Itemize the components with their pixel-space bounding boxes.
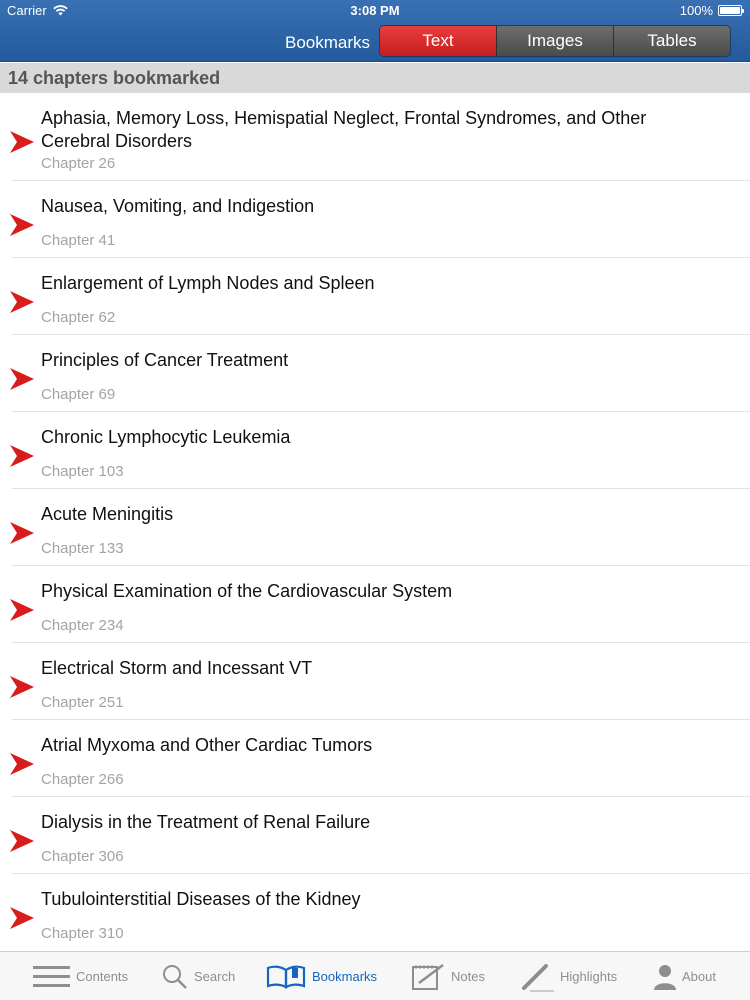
tab-notes-label: Notes: [451, 969, 485, 984]
tab-about[interactable]: About: [654, 952, 716, 1000]
bookmark-arrow-icon: [10, 907, 34, 929]
bookmark-chapter: Chapter 26: [41, 155, 116, 172]
bookmark-chapter: Chapter 62: [41, 309, 116, 326]
bookmark-chapter: Chapter 133: [41, 540, 124, 557]
tab-search-label: Search: [194, 969, 236, 984]
bookmark-arrow-icon: [10, 131, 34, 153]
bookmark-row[interactable]: Nausea, Vomiting, and Indigestion Chapte…: [10, 181, 750, 258]
bookmark-row[interactable]: Principles of Cancer Treatment Chapter 6…: [10, 335, 750, 412]
bookmark-row[interactable]: Tubulointerstitial Diseases of the Kidne…: [10, 874, 750, 950]
battery-icon: [718, 5, 744, 16]
bookmark-arrow-icon: [10, 522, 34, 544]
bookmark-arrow-icon: [10, 368, 34, 390]
tab-highlights-label: Highlights: [560, 969, 618, 984]
bookmark-row[interactable]: Physical Examination of the Cardiovascul…: [10, 566, 750, 643]
bookmark-title: Tubulointerstitial Diseases of the Kidne…: [41, 889, 361, 909]
bookmark-title: Aphasia, Memory Loss, Hemispatial Neglec…: [41, 108, 647, 151]
bookmark-row[interactable]: Dialysis in the Treatment of Renal Failu…: [10, 797, 750, 874]
bookmark-arrow-icon: [10, 830, 34, 852]
bookmark-title: Electrical Storm and Incessant VT: [41, 658, 313, 678]
search-icon: [163, 964, 187, 989]
tab-bookmarks-label: Bookmarks: [312, 969, 378, 984]
bookmark-row[interactable]: Enlargement of Lymph Nodes and Spleen Ch…: [10, 258, 750, 335]
bookmark-arrow-icon: [10, 445, 34, 467]
bookmark-chapter: Chapter 310: [41, 925, 124, 942]
person-icon: [654, 964, 676, 990]
bookmark-title: Chronic Lymphocytic Leukemia: [41, 427, 291, 447]
bookmark-chapter: Chapter 69: [41, 386, 116, 403]
bottom-tab-bar: Contents Search Bookmarks Notes Highligh…: [0, 951, 750, 1000]
tab-contents[interactable]: Contents: [33, 952, 128, 1000]
bookmark-chapter: Chapter 306: [41, 848, 124, 865]
bookmark-count-header: 14 chapters bookmarked: [0, 63, 750, 93]
bookmark-row[interactable]: Acute Meningitis Chapter 133: [10, 489, 750, 566]
bookmark-title: Acute Meningitis: [41, 504, 174, 524]
bookmark-arrow-icon: [10, 291, 34, 313]
bookmark-title: Enlargement of Lymph Nodes and Spleen: [41, 273, 375, 293]
status-bar: Carrier 3:08 PM 100%: [0, 0, 750, 20]
bookmark-title: Principles of Cancer Treatment: [41, 350, 289, 370]
bookmark-title: Physical Examination of the Cardiovascul…: [41, 581, 453, 601]
bookmark-title: Nausea, Vomiting, and Indigestion: [41, 196, 315, 216]
clock: 3:08 PM: [350, 3, 400, 18]
open-book-icon: [266, 965, 306, 989]
list-icon: [33, 965, 70, 987]
navigation-header: Carrier 3:08 PM 100% Bookmarks Text Imag…: [0, 0, 750, 62]
bookmark-chapter: Chapter 103: [41, 463, 124, 480]
page-title: Bookmarks: [285, 33, 371, 52]
tab-bookmarks[interactable]: Bookmarks: [266, 952, 377, 1000]
battery-percent: 100%: [679, 3, 713, 18]
segment-tables[interactable]: Tables: [613, 26, 730, 56]
highlighter-icon: [522, 963, 554, 992]
segment-images[interactable]: Images: [496, 26, 613, 56]
tab-about-label: About: [682, 969, 716, 984]
bookmark-title: Atrial Myxoma and Other Cardiac Tumors: [41, 735, 373, 755]
bookmark-arrow-icon: [10, 676, 34, 698]
bookmark-arrow-icon: [10, 214, 34, 236]
notepad-icon: [412, 963, 444, 990]
bookmark-row[interactable]: Chronic Lymphocytic Leukemia Chapter 103: [10, 412, 750, 489]
bookmark-chapter: Chapter 251: [41, 694, 124, 711]
tab-highlights[interactable]: Highlights: [520, 952, 617, 1000]
battery-indicator: 100%: [679, 3, 744, 18]
bookmark-arrow-icon: [10, 753, 34, 775]
segment-text[interactable]: Text: [380, 26, 496, 56]
content-type-segmented-control: Text Images Tables: [379, 25, 731, 57]
bookmark-chapter: Chapter 266: [41, 771, 124, 788]
bookmark-title: Dialysis in the Treatment of Renal Failu…: [41, 812, 371, 832]
bookmark-row[interactable]: Electrical Storm and Incessant VT Chapte…: [10, 643, 750, 720]
tab-contents-label: Contents: [76, 969, 129, 984]
bookmark-arrow-icon: [10, 599, 34, 621]
bookmark-chapter: Chapter 234: [41, 617, 124, 634]
tab-search[interactable]: Search: [162, 952, 235, 1000]
bookmark-row[interactable]: Aphasia, Memory Loss, Hemispatial Neglec…: [10, 93, 750, 181]
bookmark-list: Aphasia, Memory Loss, Hemispatial Neglec…: [0, 93, 750, 950]
bookmark-row[interactable]: Atrial Myxoma and Other Cardiac Tumors C…: [10, 720, 750, 797]
bookmark-chapter: Chapter 41: [41, 232, 116, 249]
tab-notes[interactable]: Notes: [411, 952, 485, 1000]
